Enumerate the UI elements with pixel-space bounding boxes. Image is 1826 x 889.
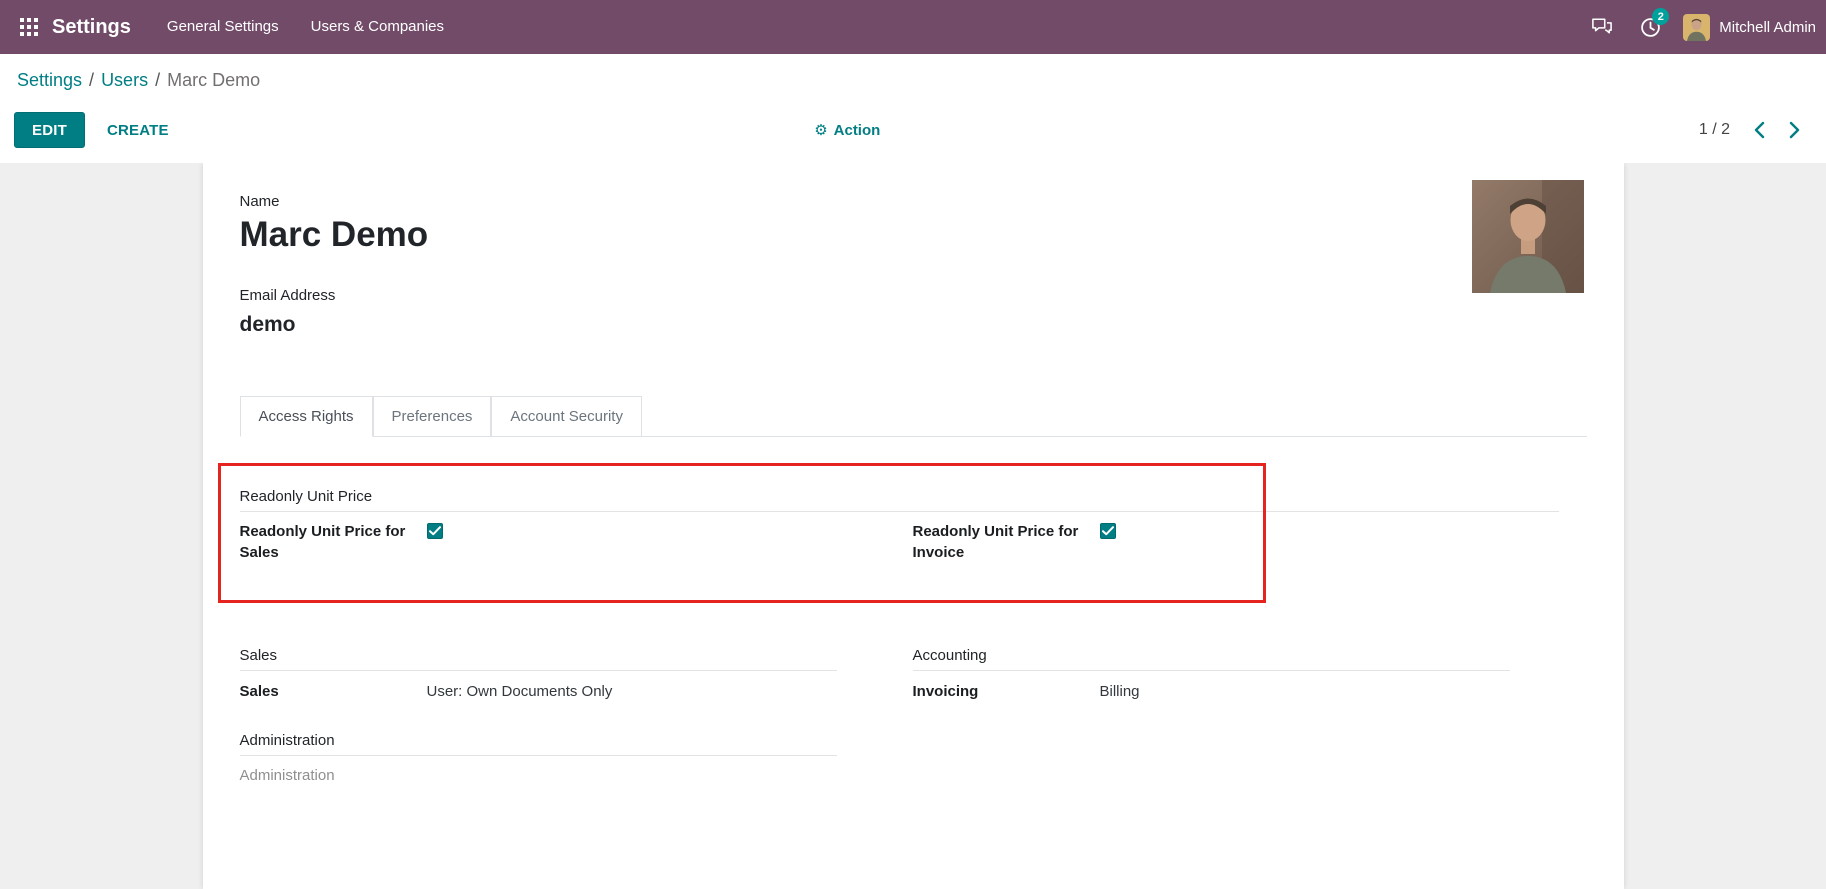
field-label-sales: Sales bbox=[240, 681, 427, 702]
field-value-sales: User: Own Documents Only bbox=[427, 681, 613, 702]
chevron-left-icon[interactable] bbox=[1754, 121, 1765, 139]
pager-value: 1 / 2 bbox=[1699, 121, 1730, 139]
apps-grid-icon[interactable] bbox=[12, 0, 46, 54]
group-title-administration: Administration bbox=[240, 731, 837, 756]
field-label-invoicing: Invoicing bbox=[913, 681, 1100, 702]
edit-button[interactable]: EDIT bbox=[14, 112, 85, 148]
group-title-readonly-unit-price: Readonly Unit Price bbox=[240, 487, 1559, 512]
breadcrumb: Settings / Users / Marc Demo bbox=[0, 54, 1826, 92]
field-readonly-unit-price-invoice: Readonly Unit Price for Invoice bbox=[913, 521, 1510, 563]
menu-users-companies[interactable]: Users & Companies bbox=[295, 0, 460, 54]
menu-general-settings[interactable]: General Settings bbox=[151, 0, 295, 54]
field-administration-muted: Administration bbox=[240, 765, 837, 786]
form-sheet: Name Marc Demo Email Address demo bbox=[203, 163, 1624, 889]
field-label-readonly-sales: Readonly Unit Price for Sales bbox=[240, 521, 427, 563]
group-accounting: Accounting Invoicing Billing bbox=[913, 646, 1510, 702]
field-label-readonly-invoice: Readonly Unit Price for Invoice bbox=[913, 521, 1100, 563]
activity-badge: 2 bbox=[1652, 8, 1669, 25]
group-readonly-unit-price: Readonly Unit Price Readonly Unit Price … bbox=[240, 487, 1587, 563]
top-navbar: Settings General Settings Users & Compan… bbox=[0, 0, 1826, 54]
chevron-right-icon[interactable] bbox=[1789, 121, 1800, 139]
tab-account-security[interactable]: Account Security bbox=[491, 396, 642, 437]
content-area: Name Marc Demo Email Address demo bbox=[0, 163, 1826, 889]
tab-content-access-rights: Readonly Unit Price Readonly Unit Price … bbox=[240, 437, 1587, 786]
user-record-name: Marc Demo bbox=[240, 214, 1587, 256]
action-label: Action bbox=[834, 122, 881, 139]
gear-icon: ⚙ bbox=[814, 123, 827, 138]
email-field-value: demo bbox=[240, 312, 1587, 338]
group-title-accounting: Accounting bbox=[913, 646, 1510, 671]
app-title: Settings bbox=[52, 16, 131, 39]
notebook-tabs: Access Rights Preferences Account Securi… bbox=[240, 396, 1587, 437]
systray: 2 Mitchell Admin bbox=[1581, 0, 1826, 54]
breadcrumb-current: Marc Demo bbox=[167, 70, 260, 90]
breadcrumb-separator: / bbox=[89, 70, 94, 90]
messages-icon[interactable] bbox=[1581, 0, 1623, 54]
user-name: Mitchell Admin bbox=[1719, 19, 1816, 36]
pager: 1 / 2 bbox=[1699, 121, 1800, 139]
field-readonly-unit-price-sales: Readonly Unit Price for Sales bbox=[240, 521, 837, 563]
breadcrumb-separator: / bbox=[155, 70, 160, 90]
user-avatar-small bbox=[1683, 14, 1710, 41]
name-field-label: Name bbox=[240, 192, 1587, 212]
create-button[interactable]: CREATE bbox=[107, 122, 169, 139]
tab-preferences[interactable]: Preferences bbox=[373, 396, 492, 437]
email-field-label: Email Address bbox=[240, 286, 1587, 306]
group-title-sales: Sales bbox=[240, 646, 837, 671]
breadcrumb-users[interactable]: Users bbox=[101, 70, 148, 90]
tab-access-rights[interactable]: Access Rights bbox=[240, 396, 373, 437]
user-menu[interactable]: Mitchell Admin bbox=[1677, 14, 1822, 41]
action-menu-button[interactable]: ⚙ Action bbox=[814, 122, 880, 139]
group-administration: Administration Administration bbox=[240, 731, 837, 786]
field-value-invoicing: Billing bbox=[1100, 681, 1140, 702]
field-invoicing: Invoicing Billing bbox=[913, 681, 1510, 702]
control-panel: EDIT CREATE ⚙ Action 1 / 2 bbox=[0, 112, 1826, 163]
group-sales: Sales Sales User: Own Documents Only bbox=[240, 646, 837, 702]
user-photo bbox=[1472, 180, 1584, 293]
activity-clock-icon[interactable]: 2 bbox=[1629, 0, 1671, 54]
checkbox-readonly-sales-checked-icon[interactable] bbox=[427, 523, 443, 539]
checkbox-readonly-invoice-checked-icon[interactable] bbox=[1100, 523, 1116, 539]
breadcrumb-settings[interactable]: Settings bbox=[17, 70, 82, 90]
field-sales: Sales User: Own Documents Only bbox=[240, 681, 837, 702]
